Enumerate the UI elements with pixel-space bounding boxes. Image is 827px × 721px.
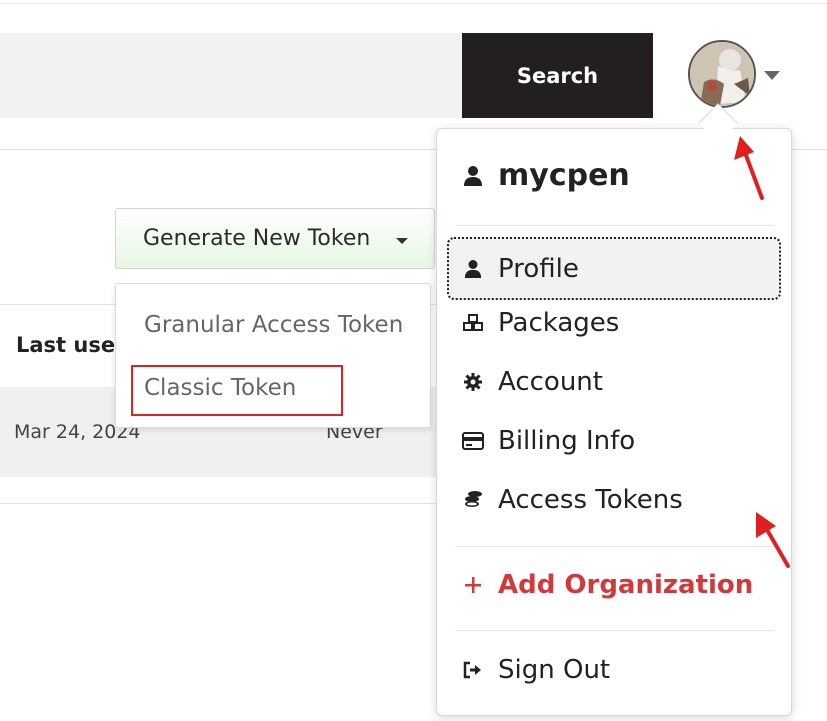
menu-item-profile[interactable]: Profile (447, 237, 781, 300)
menu-item-access-tokens[interactable]: Access Tokens (462, 485, 683, 515)
token-type-dropdown: Granular Access Token Classic Token (115, 283, 431, 428)
menu-item-label: Add Organization (498, 570, 754, 600)
search-button[interactable]: Search (462, 33, 653, 118)
menu-item-label: Profile (498, 253, 579, 284)
menu-item-account[interactable]: Account (462, 367, 603, 397)
menu-username: mycpen (462, 158, 630, 193)
menu-item-billing-info[interactable]: Billing Info (462, 426, 635, 456)
menu-item-label: Access Tokens (498, 485, 683, 515)
gear-icon (462, 372, 484, 392)
menu-item-label: Packages (498, 308, 620, 338)
menu-item-label: Account (498, 367, 603, 397)
sign-out-icon (462, 661, 484, 679)
packages-icon (462, 314, 484, 332)
avatar-image (690, 42, 754, 106)
user-icon (462, 259, 484, 279)
annotation-arrow-icon (734, 136, 764, 200)
menu-item-label: Sign Out (498, 655, 611, 685)
user-dropdown-menu (436, 128, 792, 716)
chevron-down-icon[interactable] (764, 71, 780, 80)
granular-access-token-option[interactable]: Granular Access Token (144, 312, 403, 338)
generate-new-token-button[interactable]: Generate New Token (115, 208, 435, 269)
credit-card-icon (462, 432, 484, 450)
coins-icon (462, 490, 484, 510)
search-input[interactable] (0, 33, 462, 118)
menu-divider (455, 630, 775, 631)
user-icon (462, 165, 484, 187)
avatar[interactable] (688, 40, 756, 108)
menu-item-add-organization[interactable]: Add Organization (462, 570, 753, 600)
menu-item-sign-out[interactable]: Sign Out (462, 655, 610, 685)
menu-item-label: Billing Info (498, 426, 636, 456)
plus-icon (462, 576, 484, 594)
caret-down-icon (396, 238, 408, 244)
table-divider (0, 503, 440, 504)
menu-item-packages[interactable]: Packages (462, 308, 619, 338)
username-label: mycpen (498, 158, 630, 193)
menu-divider (455, 225, 775, 226)
annotation-arrow-icon (756, 512, 790, 568)
menu-divider (455, 546, 775, 547)
generate-new-token-label: Generate New Token (143, 226, 371, 251)
column-header-last-used: Last used (16, 333, 131, 357)
classic-token-option[interactable]: Classic Token (144, 375, 296, 401)
